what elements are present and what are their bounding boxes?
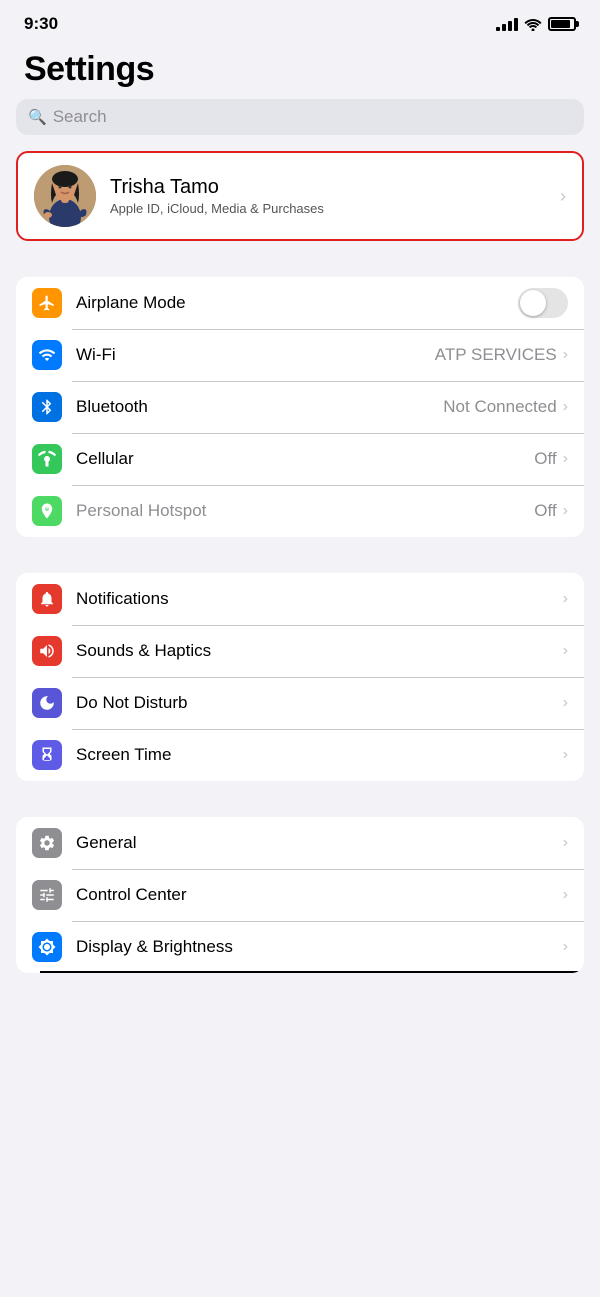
screen-time-label: Screen Time [76,745,563,765]
hotspot-icon [32,496,62,526]
cellular-icon [32,444,62,474]
wifi-label: Wi-Fi [76,345,435,365]
display-brightness-row[interactable]: Display & Brightness › [16,921,584,973]
hotspot-row[interactable]: Personal Hotspot Off › [16,485,584,537]
display-brightness-label: Display & Brightness [76,937,563,957]
hotspot-label: Personal Hotspot [76,501,534,521]
battery-icon [548,17,576,31]
gear-icon [32,828,62,858]
system-card: General › Control Center › Display & Bri… [16,817,584,973]
general-label: General [76,833,563,853]
notifications-chevron-icon: › [563,590,568,608]
bluetooth-chevron-icon: › [563,398,568,416]
control-center-row[interactable]: Control Center › [16,869,584,921]
hotspot-chevron-icon: › [563,502,568,520]
sounds-chevron-icon: › [563,642,568,660]
dnd-row[interactable]: Do Not Disturb › [16,677,584,729]
notifications-card: Notifications › Sounds & Haptics › Do No… [16,573,584,781]
wifi-chevron-icon: › [563,346,568,364]
status-icons [496,17,576,31]
display-chevron-icon: › [563,938,568,956]
wifi-settings-icon [32,340,62,370]
bluetooth-icon [32,392,62,422]
screen-time-chevron-icon: › [563,746,568,764]
general-chevron-icon: › [563,834,568,852]
screen-time-row[interactable]: Screen Time › [16,729,584,781]
display-icon [32,932,62,962]
bluetooth-label: Bluetooth [76,397,443,417]
search-placeholder: Search [53,107,107,127]
search-bar[interactable]: 🔍 Search [16,99,584,135]
page-header: Settings [0,42,600,99]
cellular-value: Off [534,449,556,469]
status-bar: 9:30 [0,0,600,42]
moon-icon [32,688,62,718]
hourglass-icon [32,740,62,770]
sound-icon [32,636,62,666]
profile-section: Trisha Tamo Apple ID, iCloud, Media & Pu… [0,151,600,241]
notifications-row[interactable]: Notifications › [16,573,584,625]
connectivity-card: Airplane Mode Wi-Fi ATP SERVICES › [16,277,584,537]
dnd-label: Do Not Disturb [76,693,563,713]
airplane-mode-label: Airplane Mode [76,293,518,313]
dnd-chevron-icon: › [563,694,568,712]
signal-icon [496,17,518,31]
avatar [34,165,96,227]
airplane-icon [32,288,62,318]
bluetooth-value: Not Connected [443,397,556,417]
wifi-row[interactable]: Wi-Fi ATP SERVICES › [16,329,584,381]
cellular-row[interactable]: Cellular Off › [16,433,584,485]
bell-icon [32,584,62,614]
notifications-label: Notifications [76,589,563,609]
search-icon: 🔍 [28,108,47,126]
profile-info: Trisha Tamo Apple ID, iCloud, Media & Pu… [110,176,560,216]
control-center-label: Control Center [76,885,563,905]
sounds-label: Sounds & Haptics [76,641,563,661]
hotspot-value: Off [534,501,556,521]
bluetooth-row[interactable]: Bluetooth Not Connected › [16,381,584,433]
sounds-row[interactable]: Sounds & Haptics › [16,625,584,677]
profile-row[interactable]: Trisha Tamo Apple ID, iCloud, Media & Pu… [16,151,584,241]
cellular-label: Cellular [76,449,534,469]
profile-chevron-icon: › [560,186,566,207]
system-section: General › Control Center › Display & Bri… [0,817,600,973]
airplane-mode-toggle[interactable] [518,288,568,318]
connectivity-section: Airplane Mode Wi-Fi ATP SERVICES › [0,277,600,537]
sliders-icon [32,880,62,910]
wifi-value: ATP SERVICES [435,345,557,365]
cellular-chevron-icon: › [563,450,568,468]
notifications-section: Notifications › Sounds & Haptics › Do No… [0,573,600,781]
control-center-chevron-icon: › [563,886,568,904]
wifi-status-icon [524,18,542,31]
page-title: Settings [24,50,576,89]
profile-subtitle: Apple ID, iCloud, Media & Purchases [110,201,560,216]
general-row[interactable]: General › [16,817,584,869]
status-time: 9:30 [24,14,58,34]
airplane-mode-row[interactable]: Airplane Mode [16,277,584,329]
profile-name: Trisha Tamo [110,176,560,199]
